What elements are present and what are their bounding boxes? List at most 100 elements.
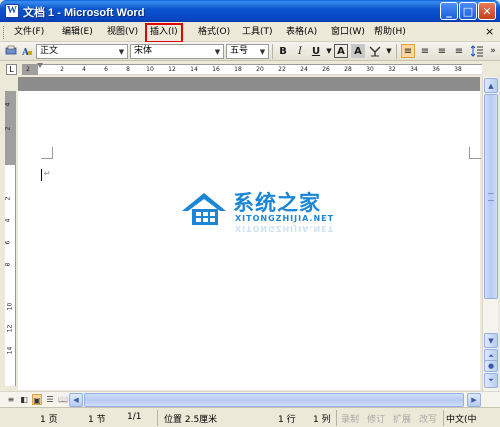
status-separator bbox=[443, 410, 444, 426]
select-browse-object-icon[interactable]: ● bbox=[484, 360, 498, 372]
bold-button[interactable]: B bbox=[276, 44, 290, 58]
character-border-button[interactable]: A bbox=[334, 44, 348, 58]
ruler-tick: 12 bbox=[168, 66, 176, 73]
chevron-down-icon[interactable]: ▼ bbox=[382, 44, 396, 58]
ruler-tick: 34 bbox=[410, 66, 418, 73]
maximize-button[interactable]: □ bbox=[459, 2, 477, 20]
ruler-row: L 2 2 4 6 8 10 12 14 16 18 20 22 24 26 2… bbox=[0, 61, 500, 77]
ruler-tick: 10 bbox=[146, 66, 154, 73]
status-trk[interactable]: 修订 bbox=[367, 412, 385, 425]
menu-table[interactable]: 表格(A) bbox=[284, 26, 319, 40]
page-top-gap bbox=[18, 77, 480, 91]
ruler-tick: 32 bbox=[388, 66, 396, 73]
word-app-icon[interactable] bbox=[5, 4, 19, 18]
status-bar: 1 页 1 节 1/1 位置 2.5厘米 1 行 1 列 录制 修订 扩展 改写… bbox=[0, 407, 500, 427]
align-right-button[interactable]: ≡ bbox=[435, 44, 449, 58]
ruler-tick: 18 bbox=[234, 66, 242, 73]
minimize-button[interactable]: _ bbox=[440, 2, 458, 20]
horizontal-scrollbar-row: ≡ ◧ ▣ ☰ 📖 ◀ ▶ bbox=[0, 391, 500, 407]
print-layout-icon[interactable]: ▣ bbox=[32, 394, 42, 405]
document-canvas[interactable]: ↵ 系统之家 XITONGZHIJIA.NET XITONGZHIJIA.NET bbox=[18, 77, 481, 390]
toolbar-separator bbox=[272, 44, 273, 59]
asian-layout-icon[interactable] bbox=[368, 44, 382, 58]
align-left-button[interactable]: ≡ bbox=[401, 44, 415, 58]
italic-button[interactable]: I bbox=[293, 44, 307, 58]
vertical-scrollbar[interactable]: ▲ ▼ ⏶ ● ⏷ bbox=[482, 77, 498, 391]
title-bar: 文档 1 - Microsoft Word _ □ ✕ bbox=[0, 0, 500, 22]
font-combo[interactable]: 宋体 ▼ bbox=[130, 44, 224, 59]
justify-button[interactable]: ≡ bbox=[452, 44, 466, 58]
scroll-right-icon[interactable]: ▶ bbox=[467, 393, 481, 407]
menu-help[interactable]: 帮助(H) bbox=[372, 26, 408, 40]
status-language: 中文(中 bbox=[446, 415, 477, 425]
close-button[interactable]: ✕ bbox=[478, 2, 496, 20]
ruler-tick: 6 bbox=[104, 66, 108, 73]
ruler-tick: 2 bbox=[4, 196, 12, 201]
status-rec[interactable]: 录制 bbox=[341, 412, 359, 425]
chevron-down-icon[interactable]: ▼ bbox=[117, 46, 126, 57]
toolbar-separator bbox=[396, 44, 397, 59]
ruler-tick: 2 bbox=[26, 66, 30, 73]
menu-tools[interactable]: 工具(T) bbox=[240, 26, 275, 40]
styles-icon[interactable]: A bbox=[20, 44, 34, 58]
menu-format[interactable]: 格式(O) bbox=[196, 26, 232, 40]
style-combo[interactable]: 正文 ▼ bbox=[36, 44, 128, 59]
ruler-tick: 16 bbox=[212, 66, 220, 73]
vertical-ruler[interactable]: 4 2 2 4 6 8 10 12 14 bbox=[4, 91, 16, 386]
ruler-tick: 36 bbox=[432, 66, 440, 73]
character-shading-button[interactable]: A bbox=[351, 44, 365, 58]
ruler-tick: 26 bbox=[322, 66, 330, 73]
ruler-tick: 30 bbox=[366, 66, 374, 73]
text-cursor bbox=[41, 169, 42, 181]
status-ext[interactable]: 扩展 bbox=[393, 412, 411, 425]
window-title: 文档 1 - Microsoft Word bbox=[23, 7, 145, 19]
outline-view-icon[interactable]: ☰ bbox=[45, 394, 55, 405]
ruler-tick: 4 bbox=[4, 218, 12, 223]
status-ovr[interactable]: 改写 bbox=[419, 412, 437, 425]
tab-selector[interactable]: L bbox=[6, 64, 17, 75]
font-size-combo[interactable]: 五号 ▼ bbox=[226, 44, 269, 59]
menu-insert[interactable]: 插入(I) bbox=[145, 23, 183, 43]
scroll-left-icon[interactable]: ◀ bbox=[69, 393, 83, 407]
scroll-up-icon[interactable]: ▲ bbox=[484, 78, 498, 93]
center-button[interactable]: ≡ bbox=[418, 44, 432, 58]
status-separator bbox=[157, 410, 158, 426]
menu-file[interactable]: 文件(F) bbox=[12, 26, 46, 40]
ruler-tick: 12 bbox=[6, 324, 14, 333]
menubar-grip[interactable] bbox=[3, 26, 6, 39]
scroll-thumb[interactable] bbox=[484, 94, 498, 299]
line-spacing-icon[interactable] bbox=[470, 44, 484, 58]
paragraph-mark: ↵ bbox=[44, 169, 51, 178]
close-document-icon[interactable]: × bbox=[485, 25, 494, 38]
watermark-logo-icon bbox=[182, 193, 226, 225]
horizontal-scroll-thumb[interactable] bbox=[84, 393, 464, 407]
toolbar-more-button[interactable]: » bbox=[486, 44, 500, 58]
ruler-tick: 22 bbox=[278, 66, 286, 73]
ruler-tick: 8 bbox=[126, 66, 130, 73]
menu-view[interactable]: 视图(V) bbox=[105, 26, 140, 40]
ruler-tick: 4 bbox=[82, 66, 86, 73]
horizontal-ruler[interactable]: 2 2 4 6 8 10 12 14 16 18 20 22 24 26 28 … bbox=[22, 63, 482, 77]
normal-view-icon[interactable]: ≡ bbox=[6, 394, 16, 405]
underline-button[interactable]: U bbox=[309, 44, 323, 58]
chevron-down-icon[interactable]: ▼ bbox=[258, 46, 267, 57]
ruler-tick: 6 bbox=[4, 240, 12, 245]
reading-view-icon[interactable]: 📖 bbox=[58, 394, 68, 405]
menu-window[interactable]: 窗口(W) bbox=[329, 26, 367, 40]
ruler-tick: 38 bbox=[454, 66, 462, 73]
font-value: 宋体 bbox=[134, 46, 153, 56]
font-size-value: 五号 bbox=[230, 46, 249, 56]
indent-marker-icon[interactable] bbox=[37, 63, 43, 77]
status-page: 1 页 bbox=[40, 415, 58, 425]
scroll-down-icon[interactable]: ▼ bbox=[484, 333, 498, 348]
formatting-toolbar: A 正文 ▼ 宋体 ▼ 五号 ▼ B I U ▼ A A ▼ ≡ ≡ ≡ ≡ » bbox=[0, 42, 500, 61]
watermark-subtitle: XITONGZHIJIA.NET bbox=[235, 214, 335, 223]
menu-edit[interactable]: 编辑(E) bbox=[60, 26, 95, 40]
ruler-tick: 20 bbox=[256, 66, 264, 73]
toolbar-options-icon[interactable] bbox=[4, 44, 18, 58]
web-view-icon[interactable]: ◧ bbox=[19, 394, 29, 405]
close-icon: ✕ bbox=[482, 4, 492, 18]
chevron-down-icon[interactable]: ▼ bbox=[213, 46, 222, 57]
style-value: 正文 bbox=[40, 46, 59, 56]
next-page-icon[interactable]: ⏷ bbox=[484, 373, 498, 388]
